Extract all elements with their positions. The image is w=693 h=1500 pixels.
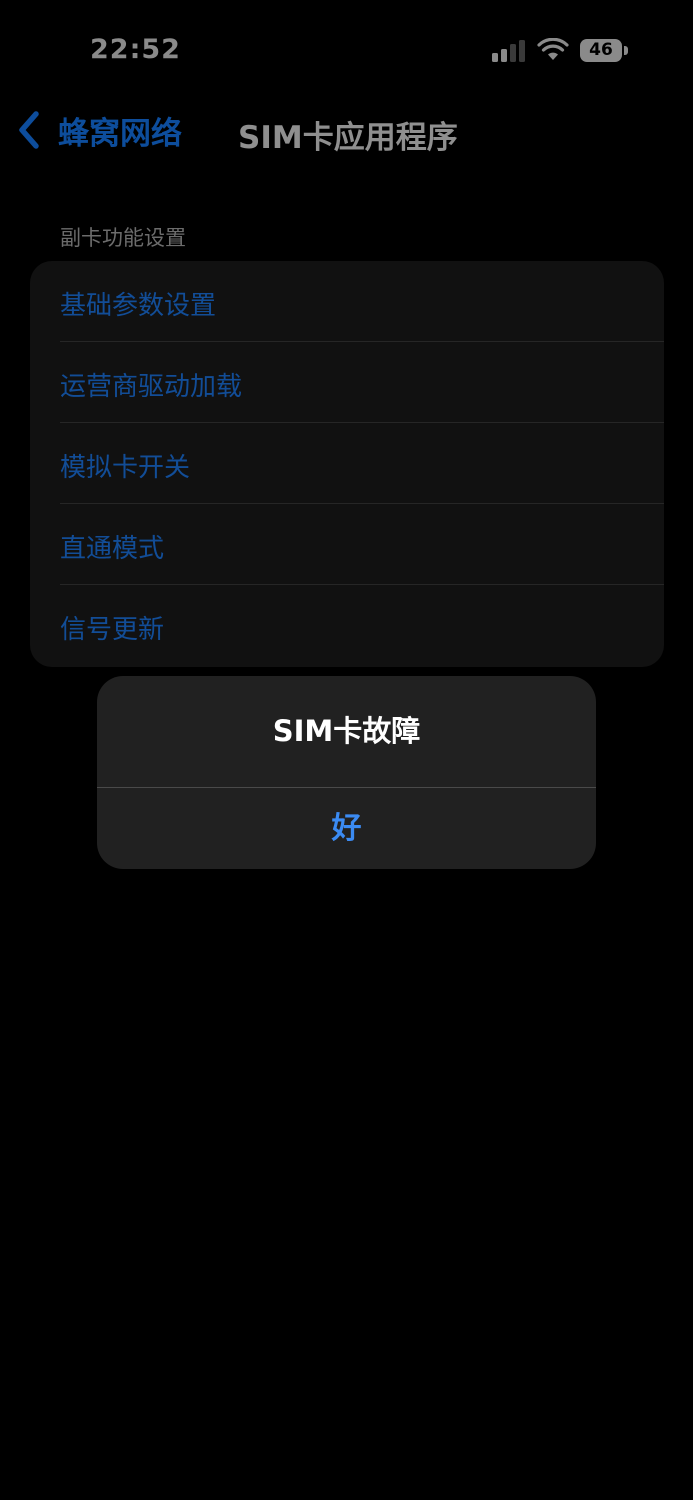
- settings-item-passthrough-mode[interactable]: 直通模式: [30, 504, 664, 585]
- status-time: 22:52: [90, 34, 181, 65]
- settings-item-label: 运营商驱动加载: [60, 372, 243, 402]
- cellular-signal-icon: [492, 40, 525, 62]
- settings-item-sim-emulation[interactable]: 模拟卡开关: [30, 423, 664, 504]
- navigation-bar: 蜂窝网络 SIM卡应用程序: [0, 100, 693, 160]
- settings-item-label: 直通模式: [60, 534, 165, 564]
- alert-title: SIM卡故障: [272, 714, 421, 748]
- page-title: SIM卡应用程序: [238, 120, 458, 156]
- ok-button[interactable]: 好: [97, 788, 596, 869]
- settings-item-label: 基础参数设置: [60, 291, 217, 321]
- battery-icon: 46: [580, 39, 628, 62]
- alert-dialog: SIM卡故障 好: [97, 676, 596, 869]
- section-header: 副卡功能设置: [60, 226, 186, 250]
- back-button[interactable]: 蜂窝网络: [14, 108, 182, 152]
- wifi-icon: [537, 38, 569, 60]
- chevron-left-icon: [19, 111, 39, 149]
- settings-item-carrier-driver[interactable]: 运营商驱动加载: [30, 342, 664, 423]
- settings-item-label: 模拟卡开关: [60, 453, 191, 483]
- settings-group: 基础参数设置 运营商驱动加载 模拟卡开关 直通模式 信号更新: [30, 261, 664, 667]
- battery-tip: [624, 46, 628, 55]
- settings-item-signal-update[interactable]: 信号更新: [30, 585, 664, 666]
- status-bar: 22:52 46: [0, 0, 693, 100]
- battery-level: 46: [580, 39, 622, 62]
- settings-item-label: 信号更新: [60, 615, 165, 645]
- back-label: 蜂窝网络: [58, 115, 182, 152]
- settings-item-basic-params[interactable]: 基础参数设置: [30, 261, 664, 342]
